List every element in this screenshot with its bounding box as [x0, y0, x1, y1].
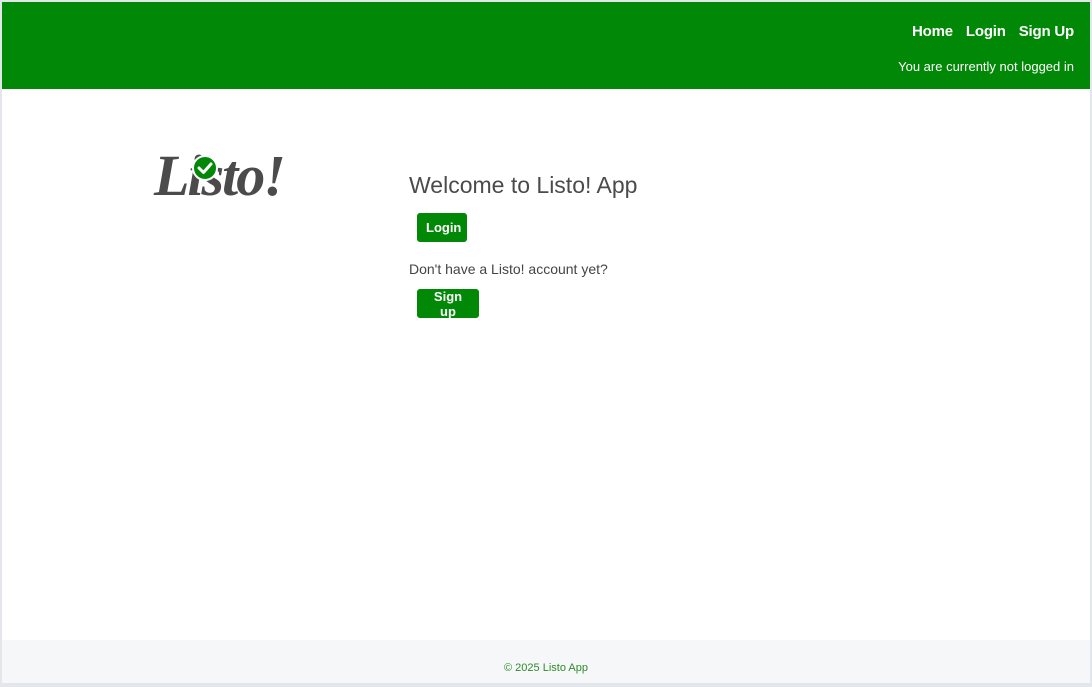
nav-home-link[interactable]: Home	[912, 23, 953, 40]
app-window: Home Login Sign Up You are currently not…	[2, 2, 1090, 683]
login-status-text: You are currently not logged in	[898, 59, 1074, 74]
check-circle-icon	[192, 155, 218, 181]
top-navbar: Home Login Sign Up You are currently not…	[2, 2, 1090, 89]
welcome-heading: Welcome to Listo! App	[409, 172, 638, 198]
logo-wordmark: Listo!	[153, 143, 284, 205]
signup-button[interactable]: Sign up	[417, 289, 479, 319]
nav-signup-link[interactable]: Sign Up	[1019, 23, 1074, 40]
signup-prompt-text: Don't have a Listo! account yet?	[409, 261, 608, 277]
footer-copyright: © 2025 Listo App	[504, 662, 588, 674]
page-footer: © 2025 Listo App	[2, 640, 1090, 683]
nav-login-link[interactable]: Login	[966, 23, 1006, 40]
main-nav: Home Login Sign Up	[912, 23, 1074, 40]
listo-logo: Listo!	[152, 143, 312, 208]
login-button[interactable]: Login	[417, 213, 467, 242]
